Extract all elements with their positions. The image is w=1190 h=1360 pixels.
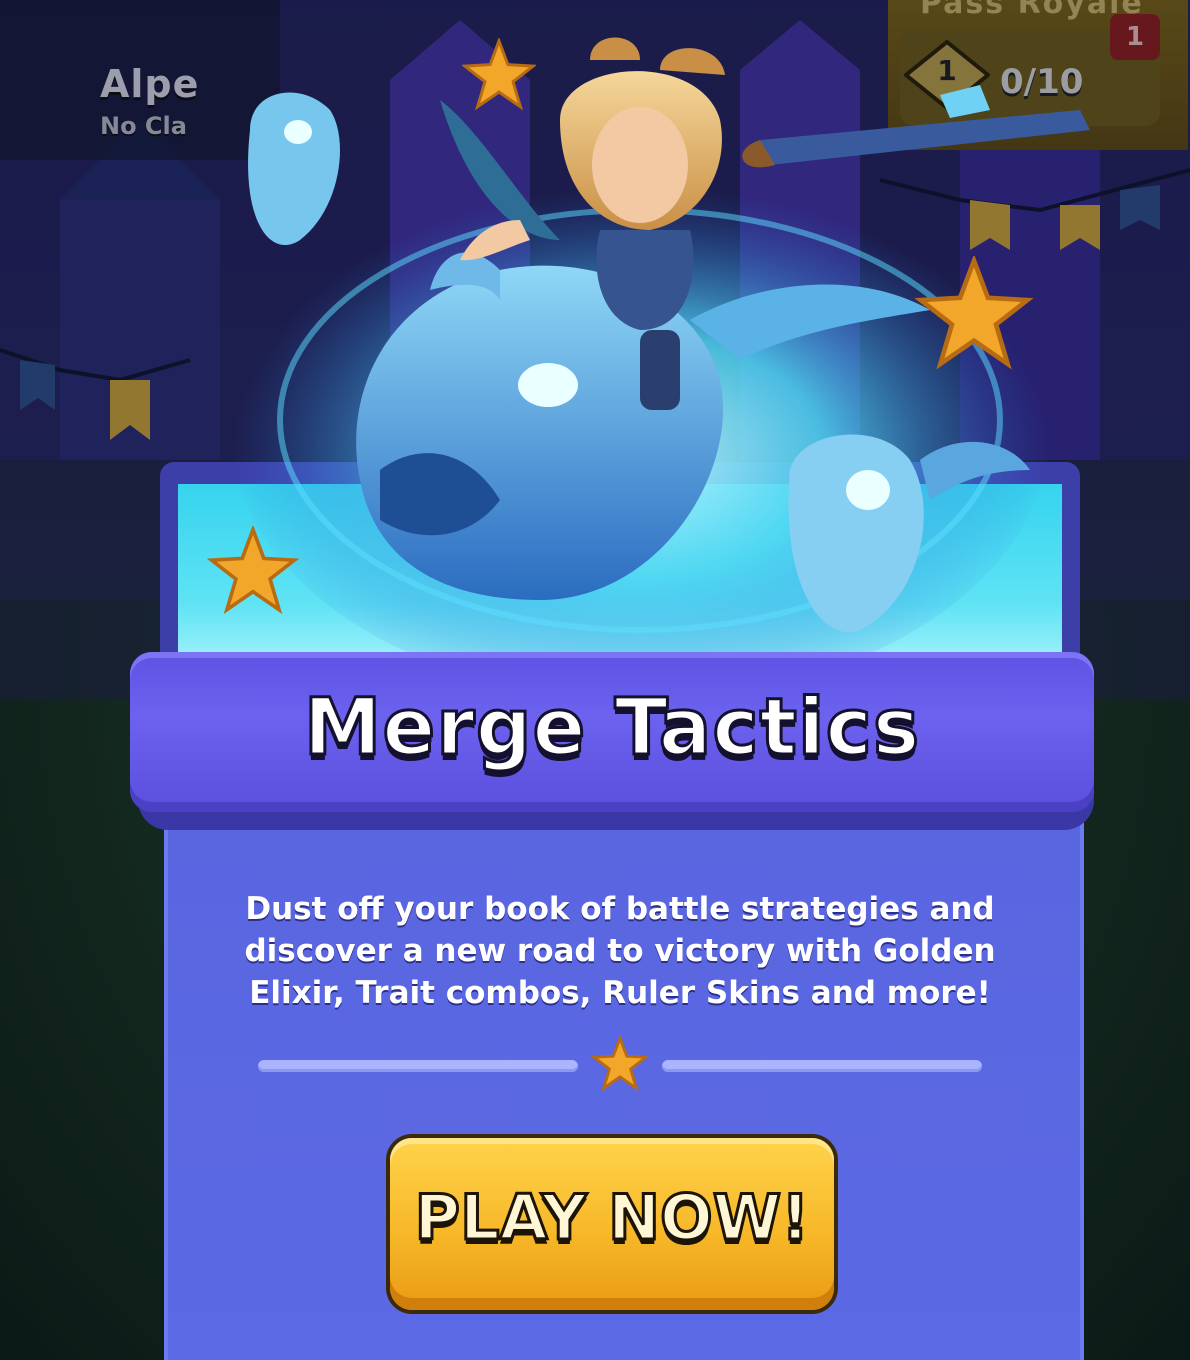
gold-star-icon	[462, 38, 536, 111]
divider-line-left	[258, 1060, 578, 1072]
gold-star-icon	[914, 256, 1034, 370]
gold-star-icon	[206, 526, 300, 615]
description-line: Elixir, Trait combos, Ruler Skins and mo…	[249, 975, 991, 1011]
description-line: Dust off your book of battle strategies …	[245, 891, 995, 927]
divider-star-icon	[592, 1036, 648, 1092]
game-event-popup-screen: Alpe No Cla Pass Royale 1 0/10 1 Merge T…	[0, 0, 1190, 1360]
event-description: Dust off your book of battle strategies …	[180, 888, 1060, 1014]
divider-line-right	[662, 1060, 982, 1072]
description-line: discover a new road to victory with Gold…	[244, 933, 996, 969]
event-title: Merge Tactics	[302, 682, 921, 775]
play-now-button[interactable]: PLAY NOW!	[390, 1138, 834, 1310]
play-now-label: PLAY NOW!	[413, 1180, 811, 1256]
